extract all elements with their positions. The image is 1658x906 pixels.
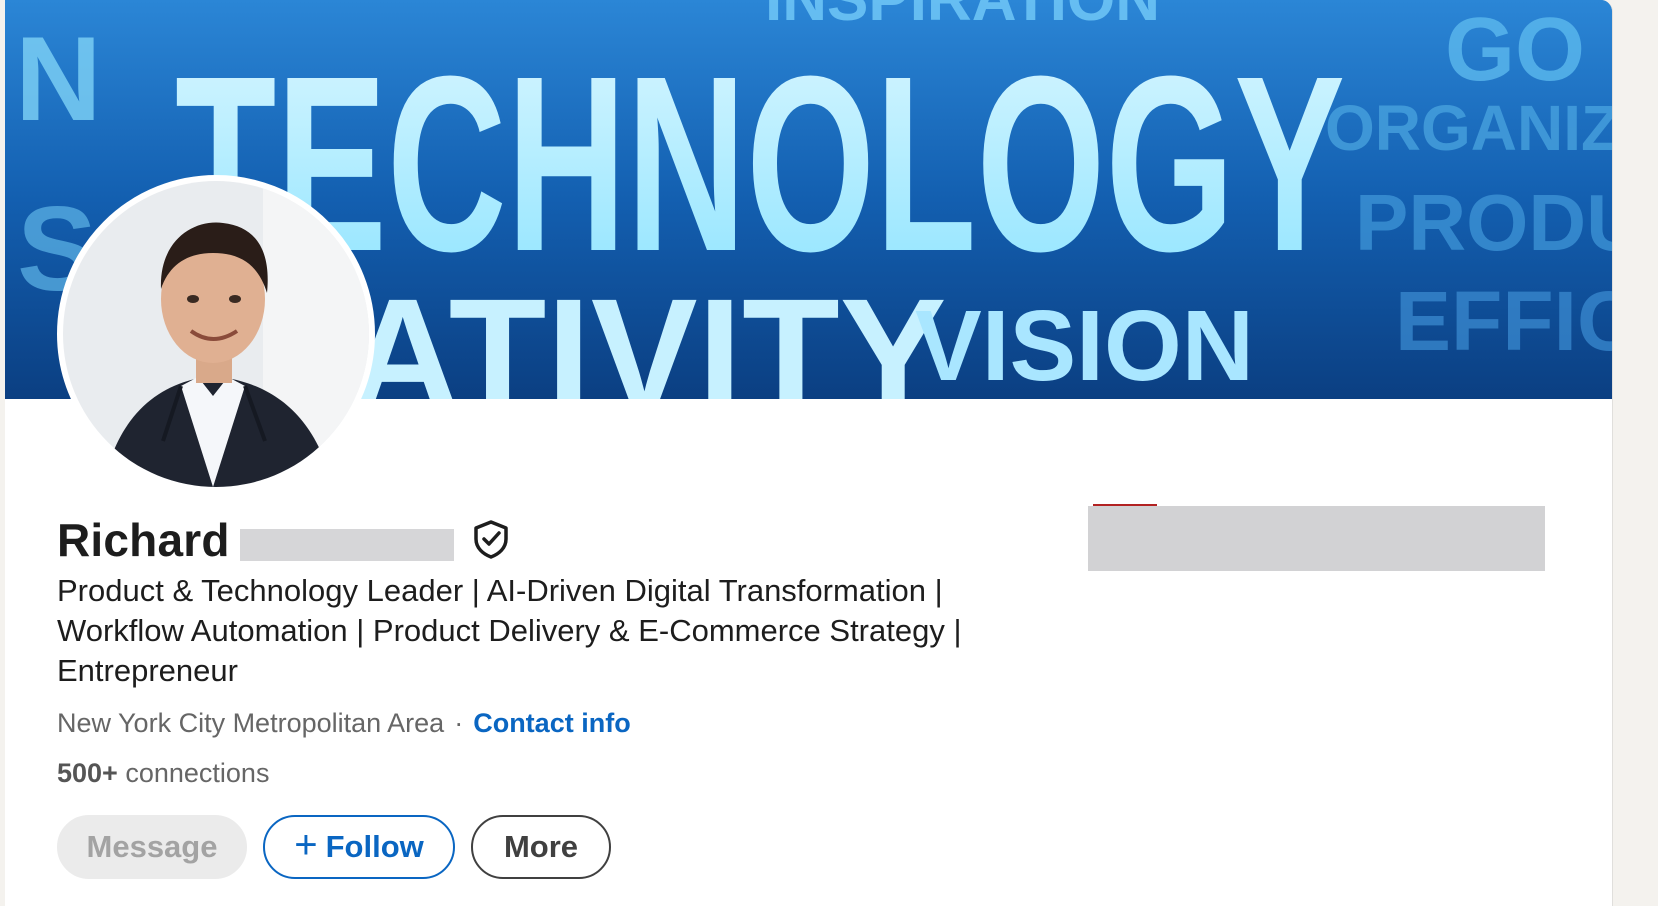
- location-separator: ·: [454, 708, 464, 738]
- more-button[interactable]: More: [471, 815, 611, 879]
- banner-word-right-top: GO: [1445, 0, 1585, 100]
- profile-name: Richard: [57, 514, 230, 566]
- banner-word-bottom-right: VISION: [915, 290, 1254, 399]
- message-button[interactable]: Message: [57, 815, 247, 879]
- profile-location-row: New York City Metropolitan Area · Contac…: [57, 708, 631, 739]
- profile-card: INSPIRATION N S TECHNOLOGY GO ORGANIZ PR…: [5, 0, 1613, 906]
- more-button-label: More: [503, 829, 579, 864]
- current-company-redaction: [1088, 506, 1545, 571]
- banner-word-top-left: N: [15, 12, 102, 146]
- connections-label: connections: [125, 758, 270, 788]
- profile-headline: Product & Technology Leader | AI-Driven …: [57, 573, 962, 688]
- profile-name-row: Richard: [57, 512, 510, 568]
- profile-avatar[interactable]: [57, 175, 375, 493]
- shield-check-icon[interactable]: [472, 519, 510, 564]
- avatar-photo: [63, 181, 369, 487]
- banner-word-bottom-left: ATIVITY: [345, 265, 946, 399]
- profile-connections[interactable]: 500+ connections: [57, 758, 269, 789]
- message-button-label: Message: [86, 829, 218, 864]
- follow-button-label: Follow: [325, 829, 424, 864]
- contact-info-link[interactable]: Contact info: [473, 708, 630, 739]
- profile-actions: Message + Follow More: [57, 815, 611, 879]
- plus-icon: +: [294, 822, 318, 867]
- banner-word-right-2: PRODU: [1355, 178, 1612, 267]
- banner-word-right-1: ORGANIZ: [1325, 92, 1612, 164]
- profile-location: New York City Metropolitan Area: [57, 708, 445, 738]
- follow-button[interactable]: + Follow: [263, 815, 455, 879]
- name-redaction: [239, 529, 454, 561]
- banner-word-right-3: EFFIC: [1395, 274, 1612, 368]
- connections-count: 500+: [57, 758, 118, 788]
